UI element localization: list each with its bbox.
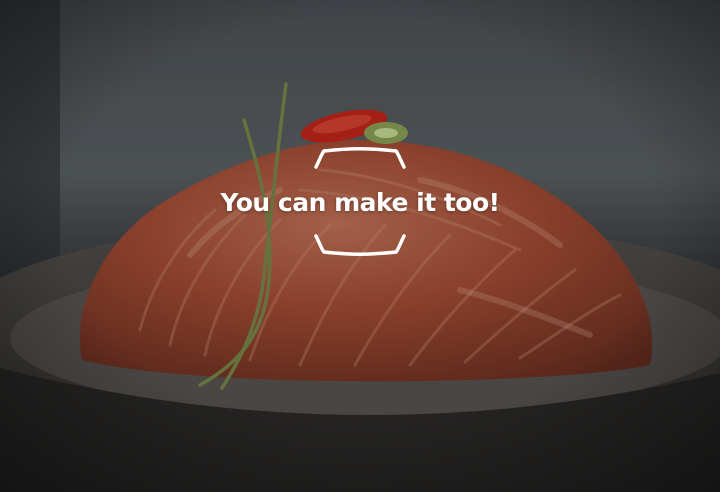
bottom-bracket-icon — [314, 234, 406, 256]
top-bracket-icon — [314, 147, 406, 169]
overlay-title: You can make it too! — [220, 188, 500, 217]
